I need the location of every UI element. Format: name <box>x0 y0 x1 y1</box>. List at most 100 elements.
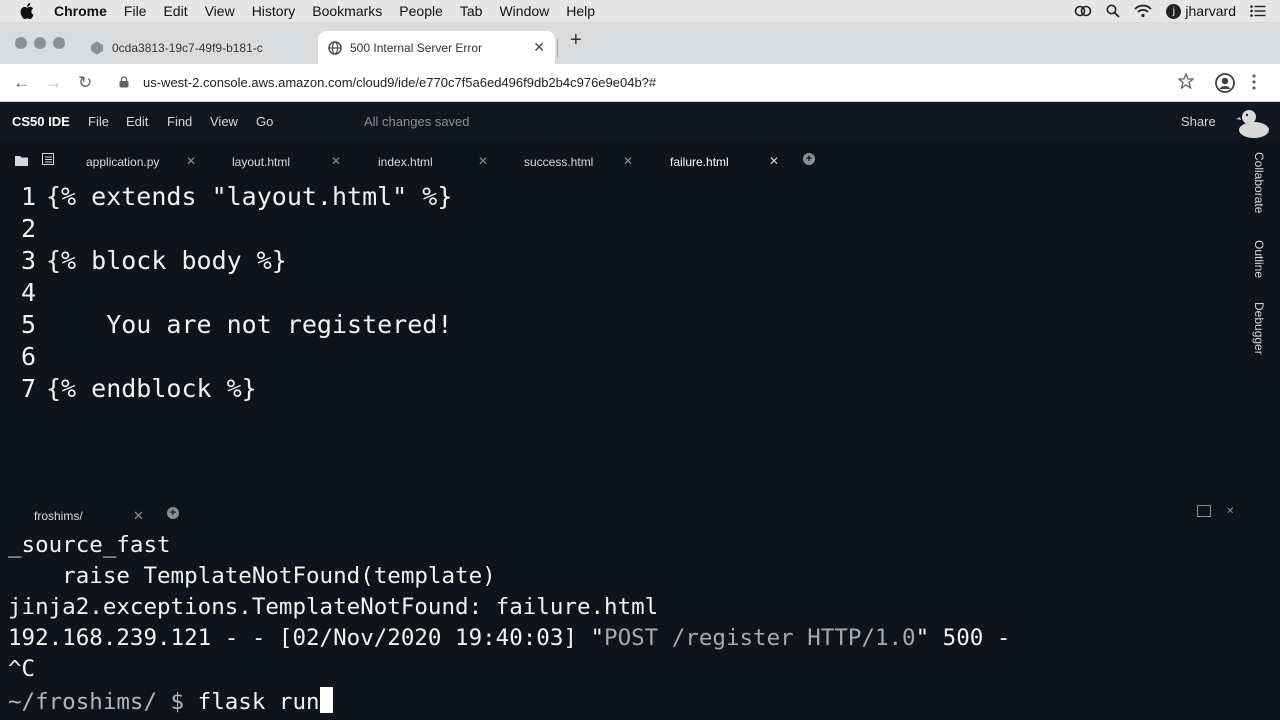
terminal-line: ^C <box>8 656 36 682</box>
close-tab-icon[interactable]: ✕ <box>331 154 341 168</box>
close-tab-icon[interactable]: ✕ <box>133 508 144 524</box>
search-icon[interactable] <box>1106 4 1121 18</box>
editor-tab-bar: application.py ✕ layout.html ✕ index.htm… <box>0 140 1245 180</box>
ide-menu-view[interactable]: View <box>210 114 238 129</box>
ide-menubar: CS50 IDE File Edit Find View Go All chan… <box>0 102 1280 140</box>
close-tab-icon[interactable]: ✕ <box>478 154 488 168</box>
right-sidebar <box>1245 140 1280 720</box>
log-prefix: 192.168.239.121 - - [02/Nov/2020 19:40:0… <box>8 625 605 651</box>
maximize-panel-icon[interactable] <box>1197 505 1211 517</box>
bookmark-star-icon[interactable] <box>1177 72 1195 94</box>
close-tab-icon[interactable]: ✕ <box>186 154 196 168</box>
lock-icon[interactable] <box>119 76 129 88</box>
code-line: 6 <box>0 342 1240 374</box>
add-tab-icon[interactable]: + <box>803 153 815 165</box>
close-panel-icon[interactable]: ✕ <box>1226 506 1234 517</box>
line-number: 3 <box>20 246 36 275</box>
code-line: 5 You are not registered! <box>0 310 1240 342</box>
more-menu-icon[interactable] <box>1252 74 1256 95</box>
user-menu[interactable]: j jharvard <box>1166 3 1236 19</box>
browser-tab-title: 500 Internal Server Error <box>350 40 483 55</box>
tab-layout-html[interactable]: layout.html <box>232 155 290 169</box>
menubar-status-area: j jharvard <box>1074 0 1280 22</box>
forward-arrow-icon[interactable]: → <box>45 74 62 92</box>
terminal-line: jinja2.exceptions.TemplateNotFound: fail… <box>8 594 659 620</box>
creative-cloud-icon[interactable] <box>1074 4 1092 18</box>
ide-brand[interactable]: CS50 IDE <box>12 114 70 129</box>
window-close-button[interactable] <box>15 37 27 49</box>
macos-menubar: Chrome File Edit View History Bookmarks … <box>0 0 1280 22</box>
file-list-icon[interactable] <box>42 152 54 170</box>
user-avatar: j <box>1166 3 1182 19</box>
browser-tab-active[interactable]: 500 Internal Server Error ✕ <box>318 31 555 64</box>
tab-index-html[interactable]: index.html <box>378 155 433 169</box>
code-editor[interactable]: 1 {% extends "layout.html" %} 2 3 {% blo… <box>0 180 1245 500</box>
menu-history[interactable]: History <box>252 3 296 19</box>
close-tab-icon[interactable]: ✕ <box>623 154 633 168</box>
line-number: 2 <box>20 214 36 243</box>
menu-help[interactable]: Help <box>566 3 595 19</box>
tab-success-html[interactable]: success.html <box>524 155 593 169</box>
menu-file[interactable]: File <box>124 3 147 19</box>
browser-tab-strip: 0cda3813-19c7-49f9-b181-c 500 Internal S… <box>0 22 1280 64</box>
line-number: 5 <box>20 310 36 339</box>
address-bar[interactable]: us-west-2.console.aws.amazon.com/cloud9/… <box>143 75 656 90</box>
tab-failure-html[interactable]: failure.html <box>670 155 729 169</box>
menu-people[interactable]: People <box>399 3 443 19</box>
terminal-prompt-line: ~/froshims/ $ flask run <box>8 687 333 718</box>
code-text: {% block body %} <box>46 246 287 275</box>
sidebar-collaborate[interactable]: Collaborate <box>1252 152 1266 213</box>
shell-command: flask run <box>184 689 320 715</box>
terminal-log-line: 192.168.239.121 - - [02/Nov/2020 19:40:0… <box>8 625 1010 656</box>
user-name: jharvard <box>1185 3 1236 19</box>
wifi-icon[interactable] <box>1134 4 1153 18</box>
back-arrow-icon[interactable]: ← <box>13 74 30 92</box>
folder-icon[interactable] <box>15 153 28 171</box>
line-number: 4 <box>20 278 36 307</box>
code-text: {% extends "layout.html" %} <box>46 182 453 211</box>
terminal[interactable]: _source_fast raise TemplateNotFound(temp… <box>0 530 1245 720</box>
sidebar-outline[interactable]: Outline <box>1252 240 1266 278</box>
ide-menu-go[interactable]: Go <box>256 114 273 129</box>
text-cursor <box>319 687 333 713</box>
line-number: 7 <box>20 374 36 403</box>
code-line: 7 {% endblock %} <box>0 374 1240 406</box>
rubber-duck-icon[interactable] <box>1236 106 1272 140</box>
sidebar-debugger[interactable]: Debugger <box>1252 302 1266 355</box>
terminal-tab-bar: froshims/ ✕ + <box>0 500 1245 530</box>
share-button[interactable]: Share <box>1181 114 1216 129</box>
ide-menu-edit[interactable]: Edit <box>126 114 148 129</box>
menu-edit[interactable]: Edit <box>163 3 187 19</box>
notification-center-icon[interactable] <box>1250 5 1266 17</box>
tab-application-py[interactable]: application.py <box>86 155 159 169</box>
shell-prompt: ~/froshims/ $ <box>8 689 185 715</box>
add-terminal-icon[interactable]: + <box>167 507 179 519</box>
close-tab-icon[interactable]: ✕ <box>769 154 779 168</box>
code-line: 2 <box>0 214 1240 246</box>
terminal-tab[interactable]: froshims/ <box>34 509 83 523</box>
menu-window[interactable]: Window <box>499 3 549 19</box>
apple-icon[interactable] <box>20 3 34 19</box>
code-text: {% endblock %} <box>46 374 257 403</box>
close-tab-icon[interactable]: ✕ <box>533 39 545 56</box>
log-request: POST /register HTTP/1.0 <box>604 625 916 651</box>
browser-tab-title: 0cda3813-19c7-49f9-b181-c <box>112 40 263 55</box>
menu-view[interactable]: View <box>205 3 235 19</box>
browser-toolbar: ← → ↻ us-west-2.console.aws.amazon.com/c… <box>0 64 1280 102</box>
reload-icon[interactable]: ↻ <box>78 74 92 92</box>
profile-avatar-icon[interactable] <box>1215 73 1235 98</box>
menu-bookmarks[interactable]: Bookmarks <box>312 3 382 19</box>
new-tab-button[interactable]: + <box>570 30 582 50</box>
window-minimize-button[interactable] <box>34 37 46 49</box>
ide-menu-file[interactable]: File <box>88 114 109 129</box>
globe-favicon-icon <box>328 40 342 55</box>
browser-tab-aws[interactable]: 0cda3813-19c7-49f9-b181-c <box>80 31 312 64</box>
terminal-line: _source_fast <box>8 532 171 558</box>
line-number: 1 <box>20 182 36 211</box>
menu-tab[interactable]: Tab <box>460 3 483 19</box>
ide-menu-find[interactable]: Find <box>167 114 192 129</box>
terminal-line: raise TemplateNotFound(template) <box>8 563 496 589</box>
code-text: You are not registered! <box>46 310 453 339</box>
window-zoom-button[interactable] <box>53 37 65 49</box>
menu-app-chrome[interactable]: Chrome <box>54 3 107 19</box>
